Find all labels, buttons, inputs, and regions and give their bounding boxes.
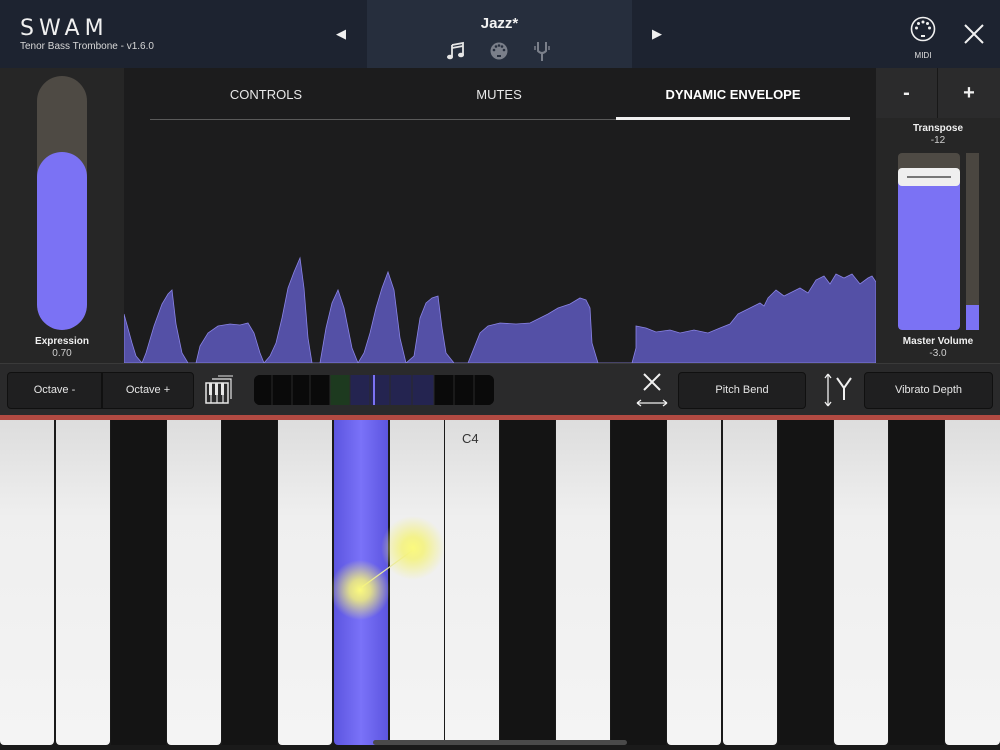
black-key[interactable]	[778, 420, 833, 745]
expression-panel: Expression 0.70	[0, 68, 124, 363]
white-key[interactable]	[390, 420, 444, 745]
black-key[interactable]	[889, 420, 944, 745]
transpose-volume-panel: - + Transpose -12 Master Volume -3.0	[876, 68, 1000, 363]
output-level-meter-fill	[966, 305, 979, 330]
white-key[interactable]	[723, 420, 777, 745]
preset-name: Jazz*	[480, 15, 519, 32]
white-key-c4[interactable]	[445, 420, 499, 745]
expression-slider[interactable]	[37, 76, 87, 330]
black-key[interactable]	[500, 420, 555, 745]
midi-label: MIDI	[914, 51, 932, 60]
home-indicator	[373, 740, 627, 745]
octave-up-button[interactable]: Octave +	[103, 373, 193, 408]
midi-port-icon[interactable]	[910, 16, 936, 42]
keyboard-layout-icon[interactable]	[204, 375, 234, 405]
y-axis-icon	[824, 373, 852, 407]
white-key[interactable]	[0, 420, 54, 745]
white-key[interactable]	[278, 420, 332, 745]
tab-dynamic-envelope[interactable]: DYNAMIC ENVELOPE	[616, 87, 850, 102]
white-key[interactable]	[945, 420, 1000, 745]
master-volume-label: Master Volume	[902, 336, 974, 347]
tuning-fork-icon[interactable]	[533, 40, 551, 62]
black-key[interactable]	[111, 420, 166, 745]
keyboard-range-navigator[interactable]	[254, 375, 494, 405]
brand-logo: SWAM	[20, 16, 109, 41]
white-key[interactable]	[834, 420, 888, 745]
expression-slider-fill	[37, 152, 87, 330]
x-axis-pitch-bend-button[interactable]: Pitch Bend	[678, 372, 806, 409]
range-minimap	[254, 375, 494, 405]
expression-value: 0.70	[52, 348, 72, 359]
expression-label: Expression	[35, 336, 89, 347]
master-volume-fill	[898, 181, 960, 330]
master-volume-handle[interactable]	[898, 168, 960, 186]
dynamic-envelope-graph	[124, 256, 876, 363]
transpose-plus-button[interactable]: +	[938, 68, 1000, 118]
octave-down-button[interactable]: Octave -	[8, 373, 101, 408]
transpose-minus-button[interactable]: -	[876, 68, 937, 118]
c4-key-label: C4	[462, 431, 479, 446]
black-key[interactable]	[611, 420, 666, 745]
x-axis-icon	[636, 373, 668, 407]
tab-controls[interactable]: CONTROLS	[150, 87, 382, 102]
envelope-area	[124, 256, 876, 363]
midi-plug-icon[interactable]	[489, 41, 509, 61]
prev-preset-button[interactable]: ◀	[331, 24, 351, 44]
header-bar: SWAM Tenor Bass Trombone - v1.6.0 ◀ Jazz…	[0, 0, 1000, 68]
instrument-subtitle: Tenor Bass Trombone - v1.6.0	[20, 41, 154, 52]
piano-keyboard: C4	[0, 420, 1000, 750]
white-key[interactable]	[556, 420, 610, 745]
preset-selector[interactable]: Jazz*	[367, 0, 632, 68]
main-panel: CONTROLS MUTES DYNAMIC ENVELOPE	[124, 68, 876, 363]
active-key[interactable]	[334, 420, 388, 745]
y-axis-vibrato-depth-button[interactable]: Vibrato Depth	[864, 372, 993, 409]
handle-grip	[907, 176, 951, 178]
transpose-value: -12	[930, 135, 946, 146]
octave-button-group: Octave - Octave +	[7, 372, 194, 409]
music-note-icon[interactable]	[446, 41, 466, 61]
white-key[interactable]	[667, 420, 721, 745]
master-volume-value: -3.0	[929, 348, 947, 359]
performance-toolbar: Octave - Octave + Pitch Bend Vibrato Dep…	[0, 363, 1000, 415]
close-icon[interactable]	[962, 22, 986, 46]
white-key[interactable]	[167, 420, 221, 745]
transpose-label: Transpose	[912, 123, 964, 134]
tab-mutes[interactable]: MUTES	[383, 87, 615, 102]
white-key[interactable]	[56, 420, 110, 745]
black-key[interactable]	[222, 420, 277, 745]
active-tab-indicator	[616, 117, 850, 120]
next-preset-button[interactable]: ▶	[647, 24, 667, 44]
output-level-meter	[966, 153, 979, 330]
